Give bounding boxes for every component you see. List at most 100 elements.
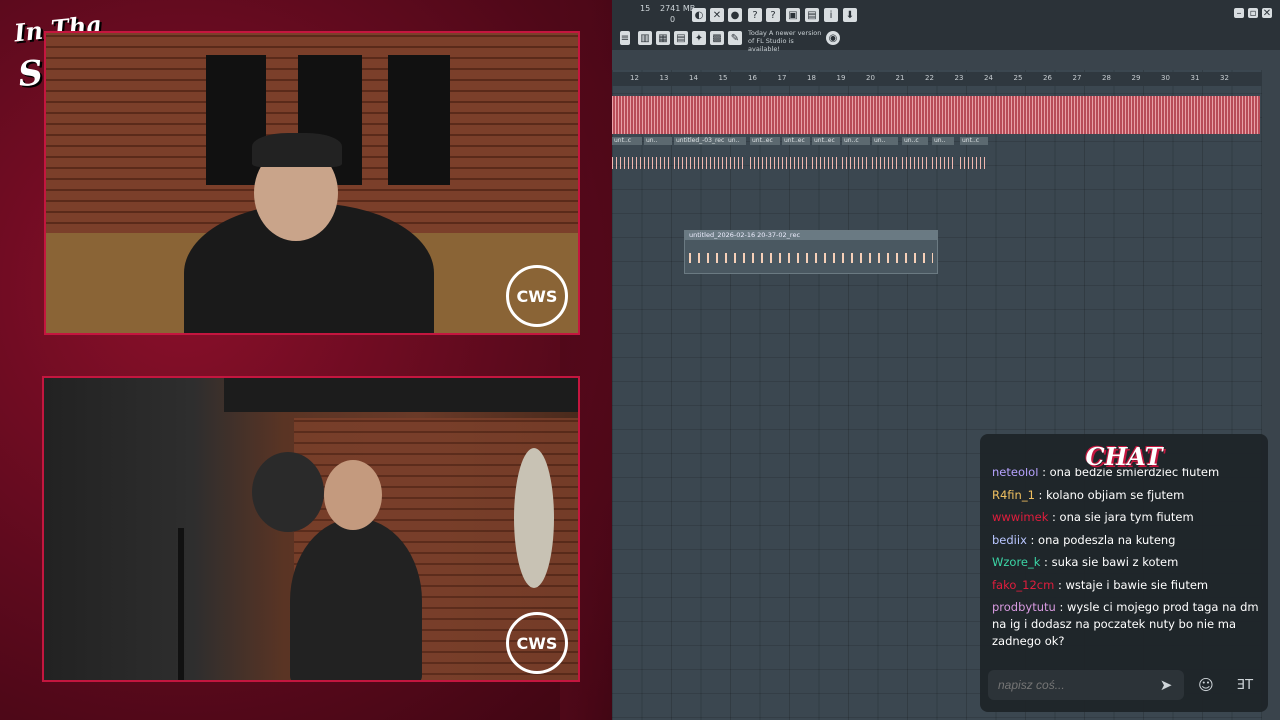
clip-label[interactable]: unt..ec [812, 137, 840, 145]
chat-text: : suka sie bawi z kotem [1040, 555, 1179, 569]
clip-label[interactable]: un..c [842, 137, 870, 145]
chat-message: prodbytutu : wysle ci mojego prod taga n… [992, 599, 1266, 650]
save-icon[interactable]: ▣ [786, 8, 800, 22]
mic-stand [178, 528, 184, 680]
chat-username[interactable]: wwwimek [992, 510, 1048, 524]
person-head [324, 460, 382, 530]
ruler-tick: 13 [659, 74, 669, 82]
minimize-icon[interactable]: – [1234, 8, 1244, 19]
ruler-tick: 19 [836, 74, 846, 82]
chat-title: CHAT [1085, 442, 1163, 471]
webcam-vocal-booth: CWS [42, 376, 580, 682]
emote-button[interactable]: ƎT [1230, 675, 1260, 695]
mixer-icon[interactable]: ▤ [805, 8, 819, 22]
ruler-tick: 21 [895, 74, 905, 82]
ruler-tick: 23 [954, 74, 964, 82]
maximize-icon[interactable]: ▫ [1248, 8, 1258, 19]
memory-sub: 0 [670, 15, 676, 24]
chat-username[interactable]: neteolol [992, 468, 1038, 479]
ceiling [224, 378, 578, 412]
round-window [514, 448, 554, 588]
wait-icon[interactable]: ✕ [710, 8, 724, 22]
clip-waveform [812, 157, 840, 169]
ruler-tick: 25 [1013, 74, 1023, 82]
help-icon[interactable]: ? [748, 8, 762, 22]
ruler-tick: 18 [807, 74, 816, 82]
ruler-tick: 26 [1043, 74, 1052, 82]
ruler-tick: 12 [630, 74, 639, 82]
clip-label[interactable]: unt..c [612, 137, 642, 145]
clip-waveform [644, 157, 672, 169]
clip-waveform [960, 157, 988, 169]
ruler-tick: 29 [1131, 74, 1141, 82]
web-icon[interactable]: ◉ [826, 31, 840, 45]
person-vocalist [290, 518, 422, 680]
settings-icon[interactable]: ? [766, 8, 780, 22]
ruler-tick: 31 [1190, 74, 1200, 82]
chat-message-list[interactable]: neteolol : ona bedzie smierdziec fiutem R… [992, 468, 1266, 664]
clip-label[interactable]: unt..ec [750, 137, 780, 145]
clip-waveform [726, 157, 746, 169]
chat-message: neteolol : ona bedzie smierdziec fiutem [992, 468, 1266, 481]
ruler-tick: 32 [1220, 74, 1229, 82]
clip-label[interactable]: unt..c [960, 137, 988, 145]
timeline-ruler[interactable]: 12 13 14 15 16 17 18 19 20 21 22 23 24 25 26 27 28 29 30 31… [612, 72, 1262, 86]
ruler-tick: 17 [777, 74, 787, 82]
chat-username[interactable]: bediix [992, 533, 1027, 547]
ruler-tick: 30 [1161, 74, 1170, 82]
ruler-tick: 28 [1102, 74, 1111, 82]
clip-waveform [612, 157, 642, 169]
mixer-view-icon[interactable]: ≡ [620, 31, 630, 45]
audio-clip-recording[interactable]: untitled_2026-02-16 20-37-02_rec [684, 230, 938, 274]
ruler-tick: 27 [1072, 74, 1082, 82]
clip-label[interactable]: un.. [726, 137, 746, 145]
clip-label[interactable]: unt..ec [782, 137, 810, 145]
tool-icon[interactable]: ✎ [728, 31, 742, 45]
send-icon[interactable]: ➤ [1156, 675, 1176, 695]
browser-icon[interactable]: ▤ [674, 31, 688, 45]
info-icon[interactable]: i [824, 8, 838, 22]
ruler-tick: 14 [689, 74, 698, 82]
clip-waveform [842, 157, 870, 169]
plugin-icon[interactable]: ✦ [692, 31, 706, 45]
cws-logo: CWS [506, 265, 568, 327]
clip-title: untitled_2026-02-16 20-37-02_rec [685, 231, 937, 240]
ruler-tick: 16 [748, 74, 757, 82]
chat-text: : ona sie jara tym fiutem [1048, 510, 1194, 524]
chat-message: fako_12cm : wstaje i bawie sie fiutem [992, 577, 1266, 594]
memory-readout: 2741 MB [660, 4, 696, 13]
chat-message: wwwimek : ona sie jara tym fiutem [992, 509, 1266, 526]
piano-roll-icon[interactable]: ▥ [638, 31, 652, 45]
chat-username[interactable]: R4fin_1 [992, 488, 1035, 502]
chat-username[interactable]: Wzore_k [992, 555, 1040, 569]
chat-message: bediix : ona podeszla na kuteng [992, 532, 1266, 549]
download-icon[interactable]: ⬇ [843, 8, 857, 22]
chat-message: R4fin_1 : kolano objiam se fjutem [992, 487, 1266, 504]
cws-logo: CWS [506, 612, 568, 674]
clip-label[interactable]: un.. [644, 137, 672, 145]
clip-label[interactable]: un.. [932, 137, 954, 145]
cpu-readout: 15 [640, 4, 651, 13]
metronome-icon[interactable]: ◐ [692, 8, 706, 22]
clip-waveform [750, 157, 780, 169]
chat-message: Wzore_k : suka sie bawi z kotem [992, 554, 1266, 571]
chat-text: : kolano objiam se fjutem [1034, 487, 1185, 502]
chat-widget: CHAT neteolol : ona bedzie smierdziec fi… [980, 434, 1268, 712]
record-icon[interactable]: ● [728, 8, 742, 22]
clip-label[interactable]: un.. [872, 137, 898, 145]
ruler-tick: 20 [866, 74, 875, 82]
news-panel[interactable]: Today A newer version of FL Studio is av… [748, 29, 822, 53]
close-icon[interactable]: ✕ [1262, 8, 1272, 19]
chat-username[interactable]: prodbytutu [992, 600, 1056, 614]
clip-label[interactable]: un..c [902, 137, 928, 145]
clip-waveform [782, 157, 810, 169]
emoji-icon[interactable]: ☺ [1196, 675, 1216, 695]
acoustic-panel [388, 55, 450, 185]
playlist-icon[interactable]: ▦ [656, 31, 670, 45]
audio-clip-master[interactable] [612, 96, 1260, 134]
chat-input[interactable] [988, 670, 1184, 700]
channel-rack-icon[interactable]: ▩ [710, 31, 724, 45]
clip-waveform [872, 157, 898, 169]
chat-username[interactable]: fako_12cm [992, 578, 1054, 592]
clip-waveform [689, 253, 933, 263]
